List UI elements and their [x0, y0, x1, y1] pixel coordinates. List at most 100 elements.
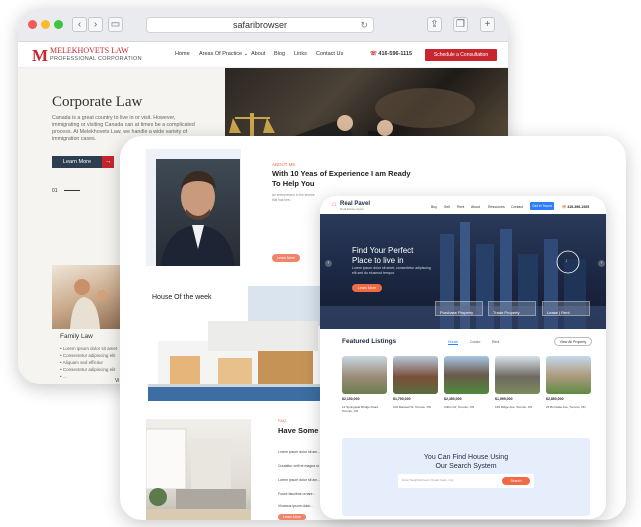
about-learn-more-button[interactable]: Learn More — [272, 254, 300, 262]
nav-sell[interactable]: Sell — [444, 205, 450, 209]
nav-blog[interactable]: Blog — [274, 51, 285, 57]
realestate-hero-title: Find Your Perfect Place to live in — [352, 246, 414, 265]
faq-item[interactable]: Curabitur velit et magna si... — [278, 464, 322, 468]
faq-item[interactable]: Lorem ipsum dolor sit am... — [278, 478, 320, 482]
nav-links[interactable]: Links — [294, 51, 307, 57]
search-title: You Can Find House Using Our Search Syst… — [423, 454, 509, 470]
faq-learn-more-button[interactable]: Learn More — [278, 514, 306, 520]
faq-tag: FAQ — [278, 418, 287, 423]
share-icon[interactable]: ⇪ — [427, 17, 442, 32]
new-tab-icon[interactable]: + — [480, 17, 495, 32]
search-button[interactable]: Search — [502, 477, 530, 485]
close-window-button[interactable] — [28, 20, 37, 29]
family-photo-illustration — [70, 279, 107, 329]
interior-image — [145, 419, 251, 520]
listing-photo — [495, 356, 540, 394]
list-item: • Consectetur adipiscing elit — [60, 367, 116, 372]
listing-price: $1,790,000 — [393, 397, 411, 401]
list-item: • ... — [60, 374, 67, 379]
scroll-down-icon[interactable]: ↓ — [565, 258, 568, 264]
family-law-title[interactable]: Family Law — [60, 333, 93, 340]
law-logo-name[interactable]: MELEKHOVETS LAW — [50, 47, 129, 55]
listing-photo — [444, 356, 489, 394]
listing-price: $2,150,000 — [342, 397, 360, 401]
living-room-illustration — [145, 428, 251, 520]
listing-card[interactable]: $1,790,000 100 Maxwell St, Toronto, ON — [393, 356, 438, 422]
tab-rent[interactable]: Rent — [492, 340, 499, 344]
realestate-phone[interactable]: ☏ 416-396-1925 — [562, 205, 589, 209]
listing-card[interactable]: $2,850,000 25 Burnside Ave, Toronto, ON — [546, 356, 591, 422]
listing-address: 100 Maxwell St, Toronto, ON — [393, 405, 432, 409]
tab-lease-rent[interactable]: Lease | Rent — [542, 301, 590, 316]
tabs-icon[interactable]: ❐ — [453, 17, 468, 32]
family-law-list: • Lorem ipsum dolor sit amet • Consectet… — [60, 345, 117, 380]
law-hero-title: Corporate Law — [52, 94, 143, 110]
tab-purchase-property[interactable]: Purchase Property — [435, 301, 483, 316]
listing-photo — [393, 356, 438, 394]
law-logo-subtitle: PROFESSIONAL CORPORATION — [50, 56, 142, 62]
listing-price: $2,850,000 — [546, 397, 564, 401]
listing-price: $1,999,000 — [495, 397, 513, 401]
realestate-hero-body: Lorem ipsum dolor sit amet, consectetur … — [352, 266, 431, 275]
back-icon[interactable]: ‹ — [72, 17, 87, 32]
get-in-touch-button[interactable]: Get in Touch — [530, 202, 554, 210]
chevron-right-icon[interactable]: › — [598, 260, 605, 267]
faq-item[interactable]: Lorem ipsum dolor sit am... — [278, 450, 320, 454]
law-learn-more-button[interactable]: Learn More — [52, 156, 102, 168]
nav-about[interactable]: About — [471, 205, 480, 209]
tab-trade-property[interactable]: Trade Property — [488, 301, 536, 316]
sidebar-icon[interactable]: ▭ — [108, 17, 123, 32]
listing-address: Clifton Dr, Toronto, ON — [444, 405, 475, 409]
realestate-learn-more-button[interactable]: Learn More — [352, 284, 382, 292]
nav-home[interactable]: Home — [175, 51, 190, 57]
nav-about[interactable]: About — [251, 51, 265, 57]
listing-card[interactable]: $2,450,000 Clifton Dr, Toronto, ON — [444, 356, 489, 422]
nav-areas-of-practice[interactable]: Areas Of Practice ⌄ — [199, 51, 248, 57]
search-input[interactable]: Enter Neighborhood, Postal Code, City — [402, 478, 454, 482]
nav-contact[interactable]: Contact — [511, 205, 523, 209]
house-logo-icon: ⌂ — [332, 201, 337, 208]
nav-contact-us[interactable]: Contact Us — [316, 51, 343, 57]
law-phone-number: 416-596-1115 — [378, 51, 413, 57]
nav-rent[interactable]: Rent — [457, 205, 464, 209]
chevron-left-icon[interactable]: ‹ — [325, 260, 332, 267]
minimize-window-button[interactable] — [41, 20, 50, 29]
listing-card[interactable]: $2,150,000 12 Springside Bridge Road, To… — [342, 356, 387, 422]
house-of-week-title: House Of the week — [152, 294, 212, 301]
about-tag: ABOUT ME — [272, 162, 296, 167]
list-item: • Lorem ipsum dolor sit amet — [60, 346, 118, 351]
about-body: An entrepreneur in the service that has … — [272, 193, 315, 202]
slide-number: 01 — [52, 188, 58, 194]
listing-card[interactable]: $1,999,000 166 Ridge Ave, Toronto, ON — [495, 356, 540, 422]
schedule-consultation-button[interactable]: Schedule a Consultation — [425, 49, 497, 61]
nav-buy[interactable]: Buy — [431, 205, 437, 209]
law-phone[interactable]: ☏ 416-596-1115 — [370, 51, 412, 57]
realestate-header: ⌂ Real Pavel Real Estate Agent Buy Sell … — [320, 196, 606, 214]
listing-address: 12 Springside Bridge Road, Toronto, ON — [342, 405, 379, 413]
address-bar[interactable]: safaribrowser ↻ — [146, 17, 374, 33]
realestate-phone-number: 416-396-1925 — [567, 205, 590, 209]
maximize-window-button[interactable] — [54, 20, 63, 29]
realestate-site-window: ⌂ Real Pavel Real Estate Agent Buy Sell … — [320, 196, 606, 519]
featured-listings-title: Featured Listings — [342, 338, 397, 345]
slide-indicator[interactable]: 01 — [52, 188, 80, 194]
listing-photo — [546, 356, 591, 394]
nav-resources[interactable]: Resources — [488, 205, 505, 209]
listing-address: 166 Ridge Ave, Toronto, ON — [495, 405, 533, 409]
forward-icon[interactable]: › — [88, 17, 103, 32]
tab-house[interactable]: House — [448, 340, 459, 345]
arrow-right-icon[interactable]: → — [102, 156, 114, 168]
law-header: M MELEKHOVETS LAW PROFESSIONAL CORPORATI… — [18, 42, 508, 68]
faq-item[interactable]: Fusce faucibus ornare... — [278, 492, 316, 496]
listing-price: $2,450,000 — [444, 397, 462, 401]
search-panel: You Can Find House Using Our Search Syst… — [342, 438, 590, 516]
url-text: safaribrowser — [232, 20, 288, 30]
view-all-property-button[interactable]: View All Property — [554, 337, 592, 346]
faq-item[interactable]: Vivamus ipsum dolor... — [278, 504, 313, 508]
reload-icon[interactable]: ↻ — [360, 18, 368, 33]
listing-photo — [342, 356, 387, 394]
law-logo-mark[interactable]: M — [32, 46, 48, 66]
list-item: • Consectetur adipiscing elit — [60, 353, 116, 358]
about-title: With 10 Yeas of Experience I am Ready To… — [272, 169, 411, 188]
tab-condo[interactable]: Condo — [470, 340, 480, 344]
